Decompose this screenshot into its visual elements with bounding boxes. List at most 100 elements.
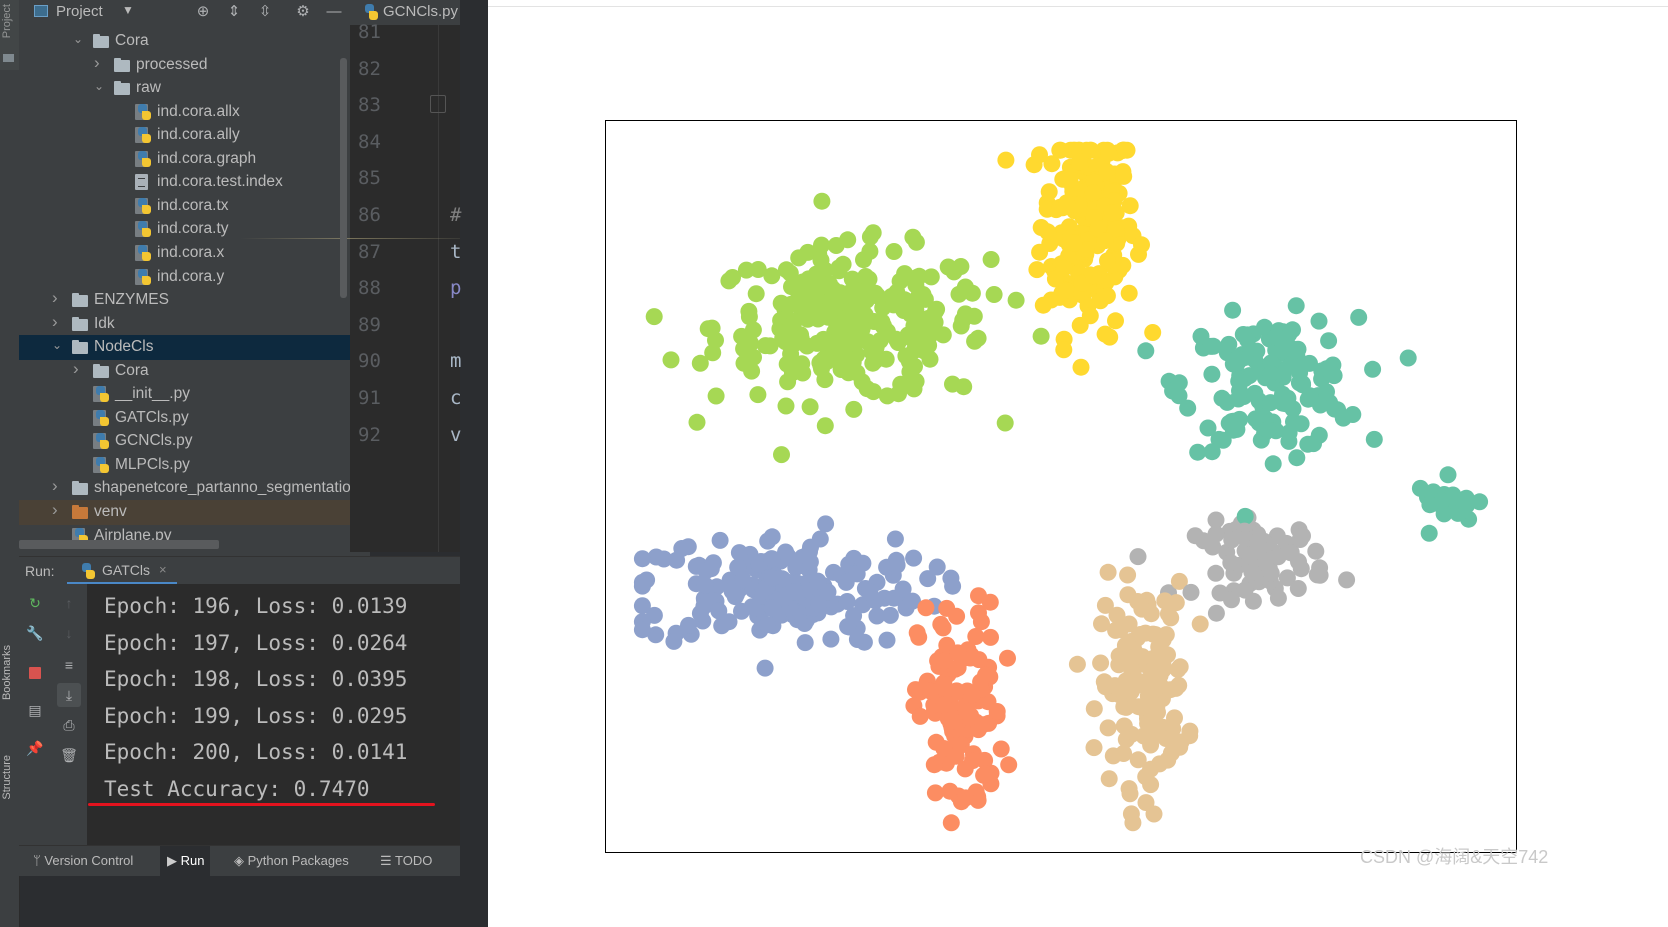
scatter-point bbox=[749, 261, 767, 278]
scroll-to-end-icon[interactable]: ⤓ bbox=[57, 683, 81, 707]
tsne-scatter-plot bbox=[633, 141, 1489, 832]
tree-horizontal-scrollbar[interactable] bbox=[19, 540, 219, 549]
rerun-icon[interactable]: ↻ bbox=[26, 594, 44, 612]
code-editor[interactable]: 81 82 83 84 85 86 87 88 89 90 91 92 # t p m c v bbox=[240, 21, 462, 552]
scatter-point bbox=[796, 634, 814, 652]
print-icon[interactable]: ⎙ bbox=[60, 716, 78, 734]
scatter-point bbox=[873, 313, 891, 331]
tree-item[interactable]: ind.cora.test.index bbox=[19, 170, 370, 195]
pin-icon[interactable]: 📌 bbox=[26, 739, 44, 757]
scatter-point bbox=[774, 329, 792, 347]
console-line: Epoch: 200, Loss: 0.0141 bbox=[104, 740, 408, 764]
tree-item[interactable]: ind.cora.ally bbox=[19, 123, 370, 148]
scatter-point bbox=[1066, 234, 1083, 252]
python-file-icon bbox=[93, 409, 109, 426]
tree-item[interactable]: ⌄ NodeCls bbox=[19, 335, 370, 361]
folder-icon bbox=[72, 505, 88, 519]
tree-item[interactable]: ind.cora.y bbox=[19, 265, 370, 290]
soft-wrap-icon[interactable]: ≡ bbox=[60, 656, 78, 674]
scatter-point bbox=[764, 599, 781, 617]
python-packages-button[interactable]: ◈ Python Packages bbox=[234, 853, 349, 869]
layout-icon[interactable]: ▤ bbox=[26, 701, 44, 719]
tree-item[interactable]: › venv bbox=[19, 500, 370, 525]
down-arrow-icon[interactable]: ↓ bbox=[60, 624, 78, 642]
scatter-point bbox=[703, 319, 721, 337]
chevron-right-icon[interactable]: › bbox=[94, 53, 106, 73]
project-title[interactable]: Project bbox=[56, 3, 103, 20]
chevron-down-icon[interactable]: ⌄ bbox=[52, 338, 64, 352]
code-fragment: p bbox=[450, 277, 462, 300]
line-number: 81 bbox=[358, 21, 381, 43]
scatter-point bbox=[976, 765, 994, 783]
scatter-point bbox=[1142, 760, 1159, 778]
minimize-icon[interactable]: — bbox=[325, 3, 343, 21]
scatter-point bbox=[842, 316, 860, 334]
close-icon[interactable]: × bbox=[159, 562, 167, 577]
scatter-point bbox=[1100, 770, 1118, 788]
up-arrow-icon[interactable]: ↑ bbox=[60, 594, 78, 612]
fold-marker-icon[interactable] bbox=[430, 95, 446, 113]
scatter-point bbox=[1243, 563, 1261, 581]
chevron-down-icon[interactable]: ⌄ bbox=[94, 79, 106, 93]
run-tab[interactable]: GATCls × bbox=[67, 557, 177, 585]
chevron-right-icon[interactable]: › bbox=[52, 500, 64, 520]
folder-icon bbox=[72, 481, 88, 496]
scatter-point bbox=[799, 243, 817, 261]
tree-item[interactable]: __init__.py bbox=[19, 382, 370, 407]
tree-item[interactable]: MLPCls.py bbox=[19, 453, 370, 478]
line-number: 92 bbox=[358, 423, 381, 446]
chevron-right-icon[interactable]: › bbox=[52, 288, 64, 308]
locate-icon[interactable]: ⊕ bbox=[194, 3, 212, 21]
scatter-point bbox=[925, 756, 943, 774]
tree-item[interactable]: ind.cora.graph bbox=[19, 147, 370, 172]
scatter-point bbox=[1007, 291, 1025, 309]
run-console[interactable]: Epoch: 196, Loss: 0.0139 Epoch: 197, Loss… bbox=[87, 584, 460, 845]
scatter-point bbox=[786, 583, 803, 601]
structure-tool-label[interactable]: Structure bbox=[1, 755, 13, 800]
wrench-icon[interactable]: 🔧 bbox=[26, 624, 44, 642]
tree-item[interactable]: ind.cora.x bbox=[19, 241, 370, 266]
tree-item[interactable]: › processed bbox=[19, 53, 370, 78]
trash-icon[interactable]: 🗑 bbox=[60, 746, 78, 764]
scatter-point bbox=[759, 616, 776, 634]
tree-item[interactable]: GCNCls.py bbox=[19, 429, 370, 454]
gear-icon[interactable]: ⚙ bbox=[294, 3, 312, 21]
scatter-point bbox=[1110, 647, 1128, 665]
scatter-point bbox=[1161, 681, 1179, 699]
tree-item[interactable]: › ENZYMES bbox=[19, 288, 370, 313]
folder-icon bbox=[72, 293, 88, 308]
tree-item[interactable]: ⌄ Cora bbox=[19, 29, 370, 54]
version-control-button[interactable]: ᛘ Version Control bbox=[33, 853, 133, 868]
tree-vertical-scrollbar[interactable] bbox=[340, 58, 347, 298]
chevron-down-icon[interactable]: ⌄ bbox=[73, 32, 85, 46]
scatter-point bbox=[908, 268, 926, 286]
chevron-right-icon[interactable]: › bbox=[73, 359, 85, 379]
python-file-icon bbox=[79, 563, 95, 579]
scatter-point bbox=[1028, 261, 1046, 279]
scatter-point bbox=[1099, 252, 1116, 270]
scatter-point bbox=[988, 703, 1006, 720]
todo-button[interactable]: ☰ TODO bbox=[380, 853, 432, 869]
tree-item[interactable]: ind.cora.allx bbox=[19, 100, 370, 125]
editor-tab-title[interactable]: GCNCls.py bbox=[383, 3, 458, 20]
tree-item[interactable]: GATCls.py bbox=[19, 406, 370, 431]
chevron-right-icon[interactable]: › bbox=[52, 312, 64, 332]
chevron-right-icon[interactable]: › bbox=[52, 476, 64, 496]
tree-item[interactable]: ind.cora.tx bbox=[19, 194, 370, 219]
collapse-all-icon[interactable]: ⇳ bbox=[256, 3, 274, 21]
tree-item[interactable]: › Cora bbox=[19, 359, 370, 384]
scatter-point bbox=[1170, 387, 1188, 405]
scatter-point bbox=[710, 602, 728, 620]
bookmarks-tool-label[interactable]: Bookmarks bbox=[1, 645, 13, 700]
tree-item-label: Idk bbox=[94, 314, 115, 332]
tree-item[interactable]: › shapenetcore_partanno_segmentation bbox=[19, 476, 370, 501]
tree-item-label: ind.cora.x bbox=[157, 243, 225, 261]
tree-item[interactable]: ⌄ raw bbox=[19, 76, 370, 101]
stop-icon[interactable] bbox=[29, 667, 41, 679]
project-view-dropdown-icon[interactable]: ▼ bbox=[122, 3, 134, 17]
scatter-point bbox=[1301, 387, 1319, 405]
scatter-point bbox=[1207, 604, 1225, 622]
run-tool-button[interactable]: ▶ Run bbox=[160, 846, 211, 876]
expand-all-icon[interactable]: ⇕ bbox=[225, 3, 243, 21]
tree-item[interactable]: › Idk bbox=[19, 312, 370, 337]
